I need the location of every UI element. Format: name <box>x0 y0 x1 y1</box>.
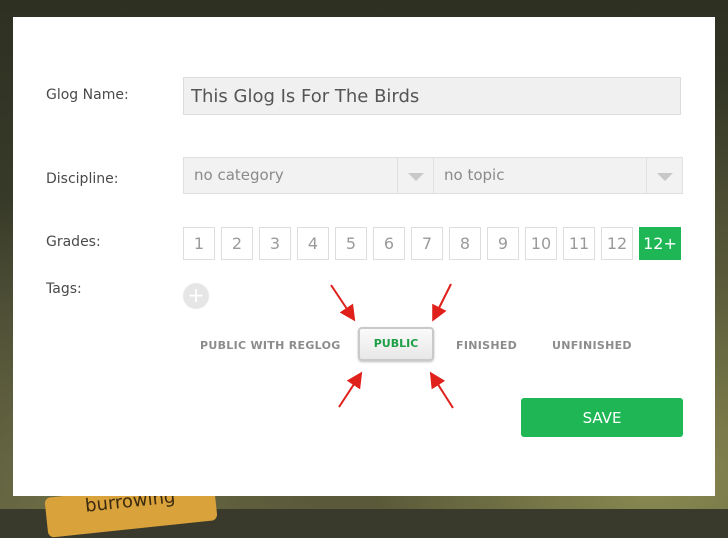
grade-5[interactable]: 5 <box>335 227 367 260</box>
grade-7[interactable]: 7 <box>411 227 443 260</box>
grade-11[interactable]: 11 <box>563 227 595 260</box>
visibility-unfinished[interactable]: UNFINISHED <box>552 339 632 352</box>
grade-9[interactable]: 9 <box>487 227 519 260</box>
add-tag-plus-icon[interactable]: + <box>183 283 209 309</box>
grade-1[interactable]: 1 <box>183 227 215 260</box>
grade-10[interactable]: 10 <box>525 227 557 260</box>
visibility-public[interactable]: PUBLIC <box>358 327 434 361</box>
glog-name-label: Glog Name: <box>46 87 129 103</box>
category-value: no category <box>194 166 284 184</box>
discipline-label: Discipline: <box>46 171 119 187</box>
grade-8[interactable]: 8 <box>449 227 481 260</box>
glog-name-input[interactable] <box>183 77 681 115</box>
visibility-finished[interactable]: FINISHED <box>456 339 517 352</box>
chevron-down-icon[interactable] <box>397 158 433 193</box>
chevron-down-icon[interactable] <box>646 158 682 193</box>
grade-12-plus[interactable]: 12+ <box>639 227 681 260</box>
glog-settings-dialog: Glog Name: Discipline: no category no to… <box>13 17 715 496</box>
grade-6[interactable]: 6 <box>373 227 405 260</box>
topic-select[interactable]: no topic <box>433 157 683 194</box>
grade-4[interactable]: 4 <box>297 227 329 260</box>
save-button[interactable]: SAVE <box>521 398 683 437</box>
topic-value: no topic <box>444 166 505 184</box>
visibility-public-with-reglog[interactable]: PUBLIC WITH REGLOG <box>200 339 341 352</box>
grade-12[interactable]: 12 <box>601 227 633 260</box>
grade-2[interactable]: 2 <box>221 227 253 260</box>
tags-label: Tags: <box>46 281 82 297</box>
grade-3[interactable]: 3 <box>259 227 291 260</box>
category-select[interactable]: no category <box>183 157 434 194</box>
grades-label: Grades: <box>46 234 101 250</box>
